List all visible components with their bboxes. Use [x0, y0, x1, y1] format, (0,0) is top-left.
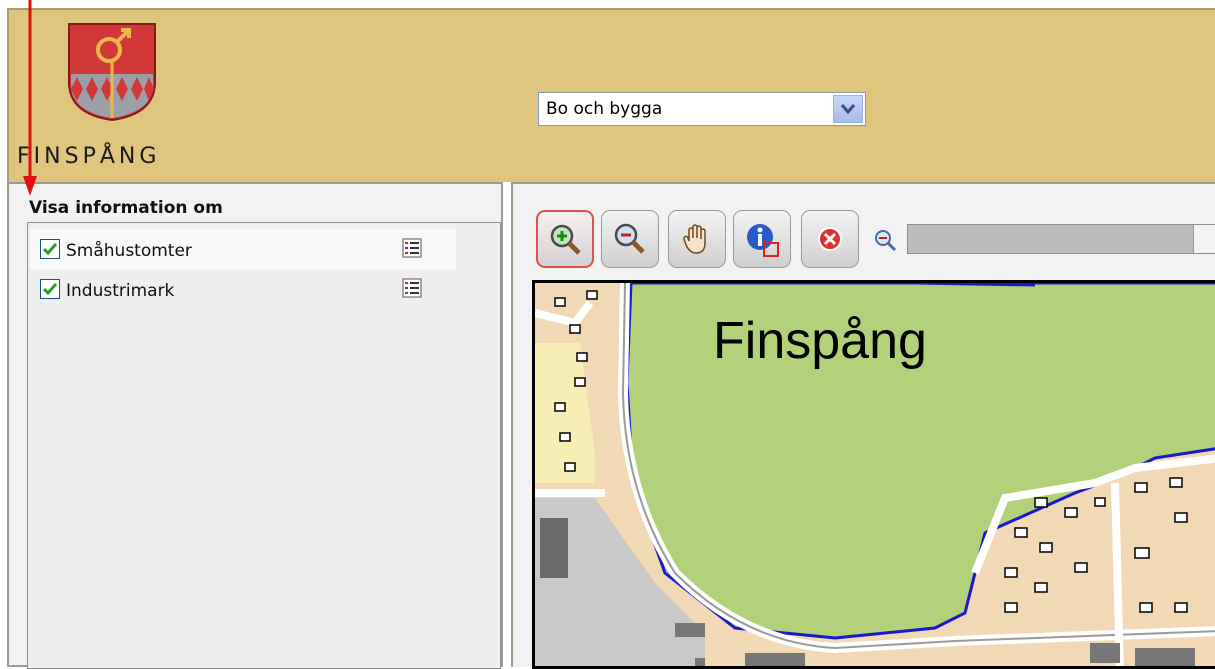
map-view[interactable]: Finspång	[532, 280, 1215, 669]
zoom-minus-icon[interactable]	[873, 228, 901, 252]
legend-icon[interactable]	[402, 278, 422, 298]
pan-button[interactable]	[668, 210, 726, 268]
pan-hand-icon	[683, 224, 706, 254]
layer-label: Småhustomter	[66, 241, 192, 261]
layer-item-industrimark[interactable]: Industrimark	[30, 269, 456, 309]
category-dropdown-value: Bo och bygga	[546, 99, 663, 119]
zoom-in-button[interactable]	[536, 210, 594, 268]
chevron-down-icon[interactable]	[833, 95, 863, 123]
layer-checkbox[interactable]	[40, 279, 60, 299]
layer-item-smahustomter[interactable]: Småhustomter	[30, 229, 456, 269]
zoom-slider[interactable]	[907, 224, 1215, 254]
header-bar: FINSPÅNG Bo och bygga	[7, 8, 1215, 182]
zoom-out-icon	[614, 223, 645, 254]
layer-label: Industrimark	[66, 281, 175, 301]
layer-checkbox[interactable]	[40, 239, 60, 259]
clear-icon	[818, 227, 842, 251]
layer-list: Småhustomter Industrimark	[27, 222, 501, 669]
map-place-label: Finspång	[713, 312, 927, 370]
legend-icon[interactable]	[402, 238, 422, 258]
info-button[interactable]	[733, 210, 791, 268]
layer-panel: Visa information om Småhustomter Industr…	[7, 182, 503, 669]
clear-button[interactable]	[801, 210, 859, 268]
annotation-arrow-icon	[23, 0, 37, 196]
municipality-crest-icon	[68, 23, 156, 122]
zoom-slider-handle[interactable]	[1193, 225, 1215, 253]
municipality-name: FINSPÅNG	[17, 144, 161, 169]
category-dropdown[interactable]: Bo och bygga	[538, 92, 866, 126]
zoom-in-icon	[550, 224, 581, 255]
map-panel: Finspång	[511, 182, 1215, 669]
panel-title: Visa information om	[29, 198, 223, 218]
info-icon	[747, 224, 779, 257]
zoom-out-button[interactable]	[601, 210, 659, 268]
